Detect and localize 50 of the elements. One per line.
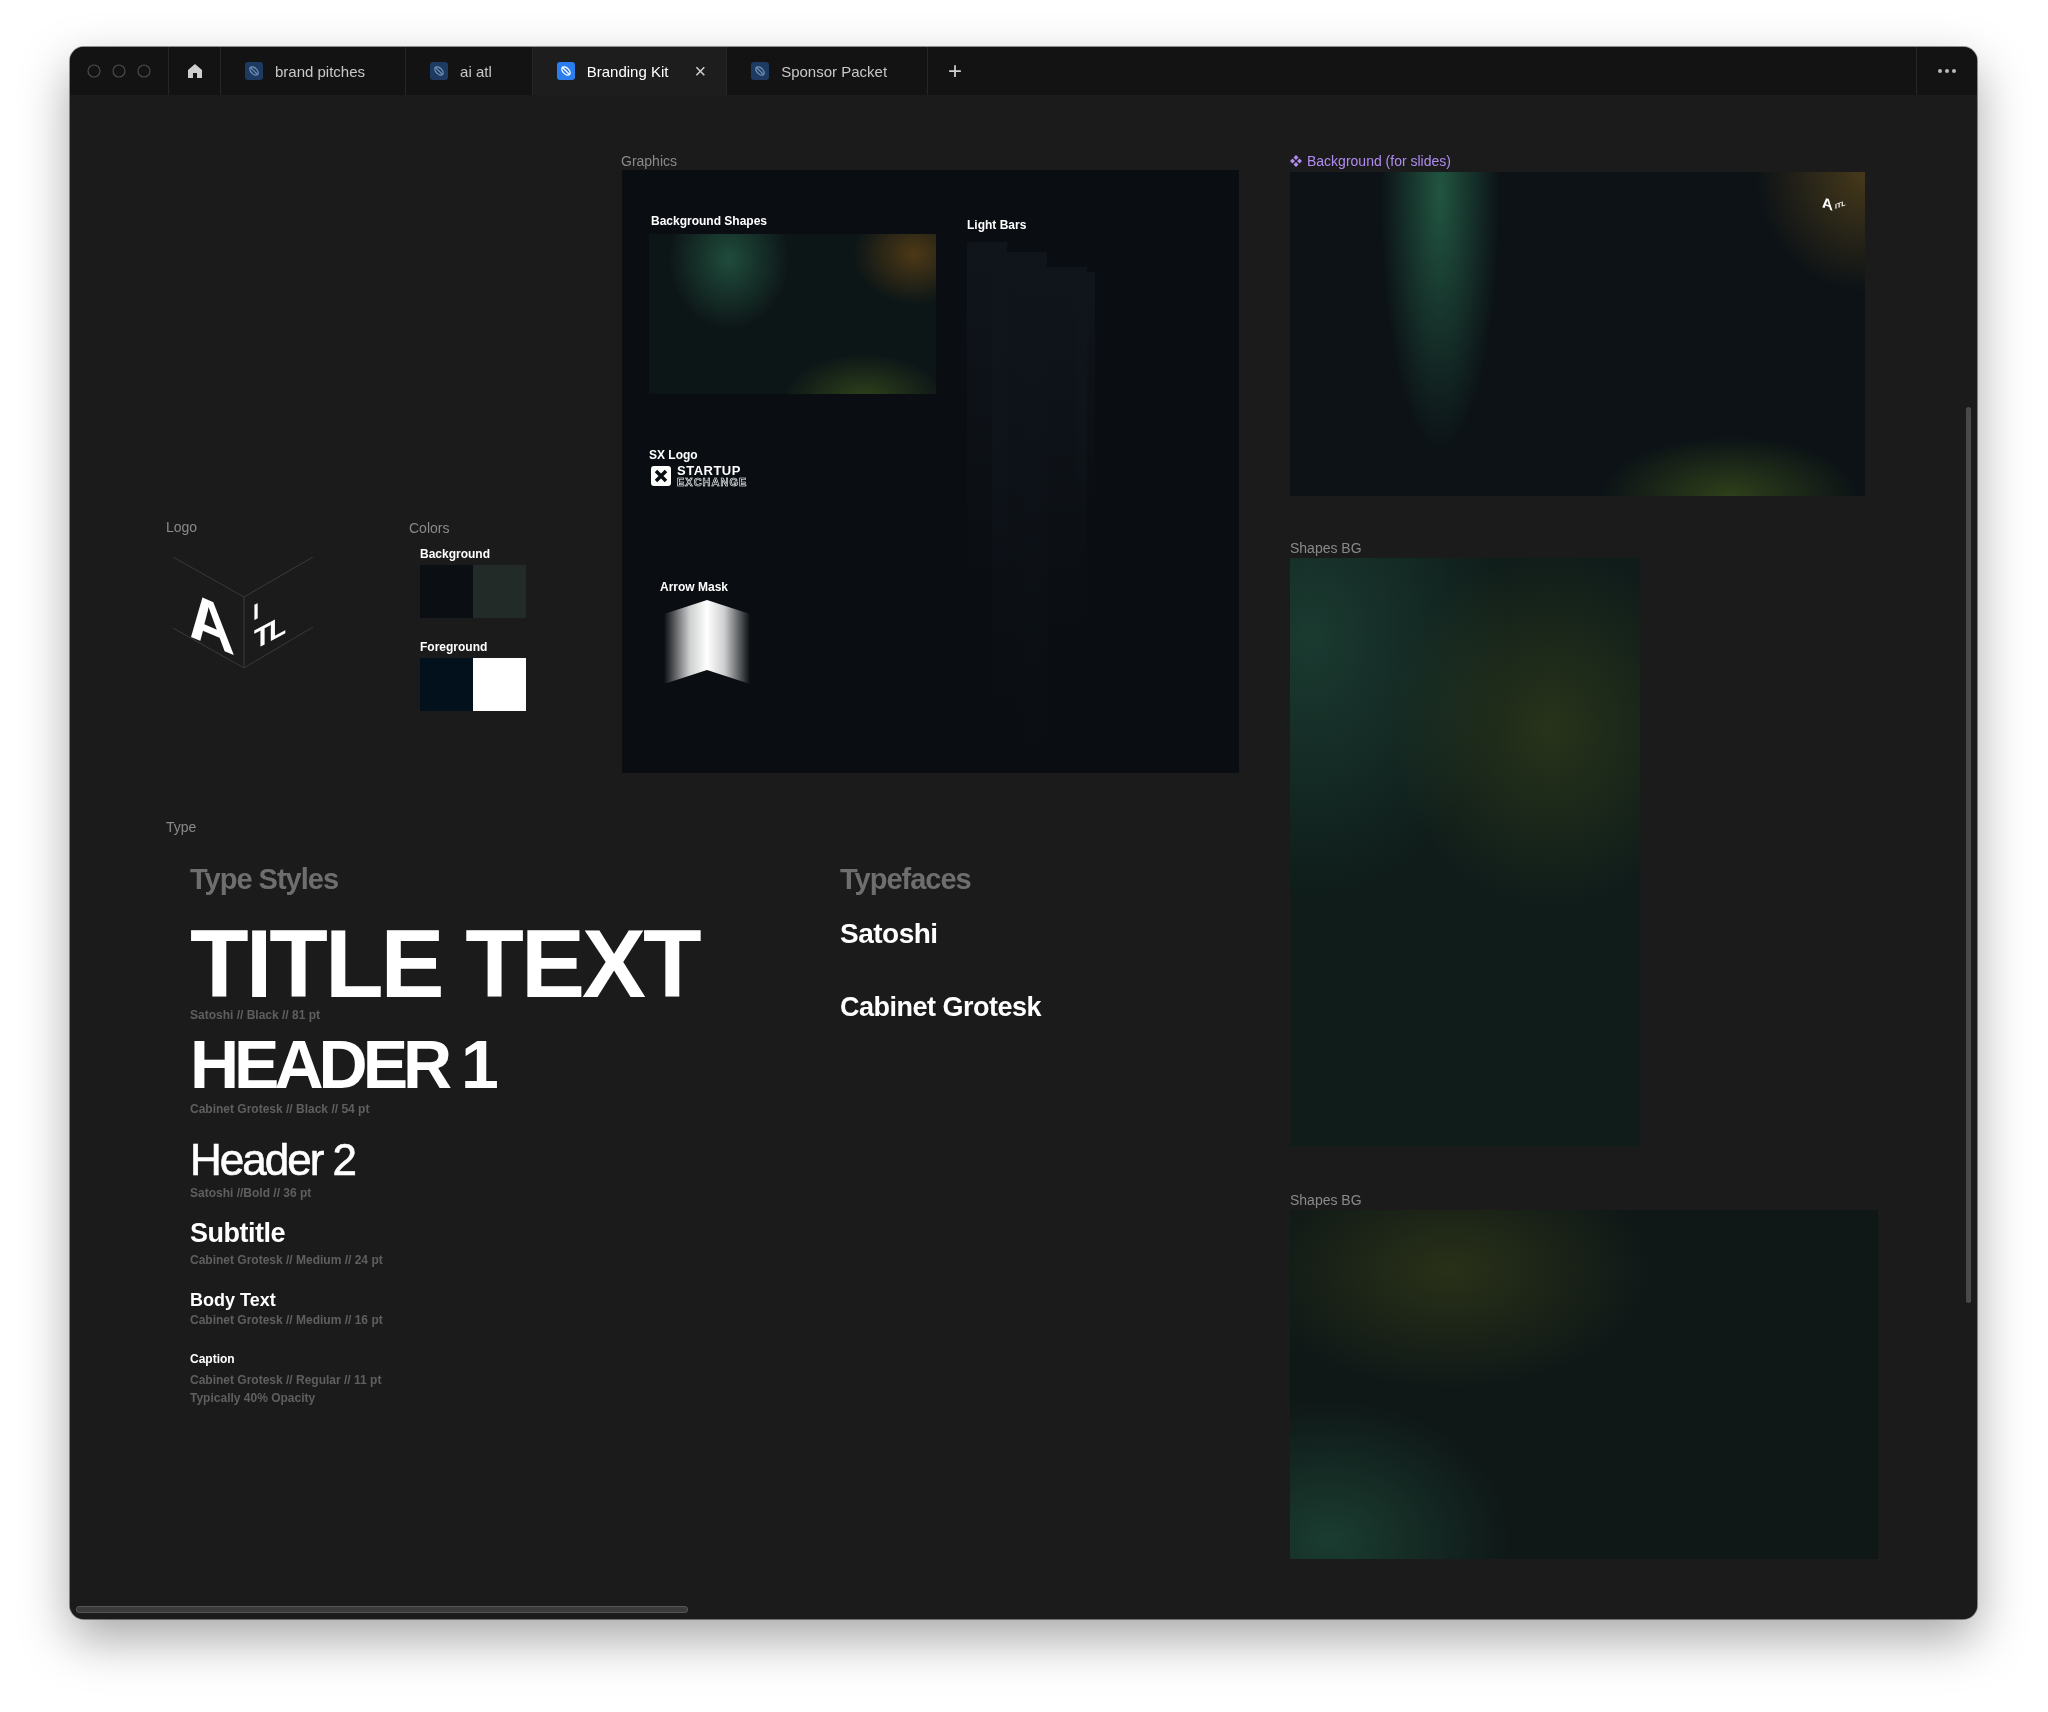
- component-icon: [1290, 155, 1302, 167]
- frame-label[interactable]: Shapes BG: [1290, 1192, 1362, 1208]
- vertical-scrollbar[interactable]: [1966, 407, 1971, 1303]
- more-icon[interactable]: [1937, 68, 1957, 74]
- tab-label: brand pitches: [275, 62, 366, 80]
- typeface-name: Cabinet Grotesk: [840, 992, 1042, 1023]
- graphic-title: Arrow Mask: [660, 580, 729, 594]
- frame-label[interactable]: Graphics: [621, 153, 678, 169]
- home-icon[interactable]: [185, 62, 204, 80]
- wordmark-logo: STARTUP EXCHANGE: [650, 464, 748, 488]
- type-sample: Subtitle: [190, 1220, 286, 1247]
- color-group-title: Background: [420, 547, 491, 561]
- file-icon: [751, 62, 770, 80]
- section-heading: Type Styles: [190, 863, 340, 896]
- type-spec: Cabinet Grotesk // Medium // 24 pt: [190, 1252, 384, 1269]
- graphic-title: SX Logo: [649, 448, 698, 462]
- file-icon: [430, 62, 449, 80]
- section-heading: Typefaces: [840, 863, 972, 896]
- window-control-icon[interactable]: [87, 64, 101, 78]
- window-control-icon[interactable]: [112, 64, 126, 78]
- file-icon: [245, 62, 263, 80]
- type-spec: Cabinet Grotesk // Black // 54 pt: [190, 1101, 371, 1118]
- close-tab-button[interactable]: ×: [692, 61, 709, 81]
- file-icon: [556, 62, 575, 80]
- type-spec: Typically 40% Opacity: [190, 1390, 317, 1407]
- graphic-title: Light Bars: [967, 218, 1027, 232]
- color-group-title: Foreground: [420, 640, 489, 654]
- frame-label[interactable]: Shapes BG: [1290, 540, 1362, 556]
- type-spec: Satoshi //Bold // 36 pt: [190, 1185, 313, 1202]
- type-spec: Cabinet Grotesk // Regular // 11 pt: [190, 1372, 383, 1389]
- horizontal-scrollbar[interactable]: [76, 1606, 688, 1613]
- graphic-title: Background Shapes: [651, 214, 768, 228]
- frame-label[interactable]: Background (for slides): [1290, 153, 1451, 169]
- new-tab-button[interactable]: +: [928, 47, 983, 95]
- typeface-name: Satoshi: [840, 918, 939, 950]
- frame-label[interactable]: Logo: [166, 519, 198, 535]
- type-spec: Satoshi // Black // 81 pt: [190, 1007, 322, 1024]
- frame-label[interactable]: Colors: [409, 520, 450, 536]
- type-sample: Caption: [190, 1353, 236, 1365]
- type-spec: Cabinet Grotesk // Medium // 16 pt: [190, 1312, 384, 1329]
- tab-label: Sponsor Packet: [781, 62, 888, 80]
- type-sample: Body Text: [190, 1291, 277, 1309]
- tab-label: Branding Kit: [586, 62, 669, 80]
- type-sample: Header 2: [190, 1138, 356, 1182]
- window-control-icon[interactable]: [137, 64, 151, 78]
- type-sample: HEADER 1: [190, 1030, 496, 1098]
- file-tab[interactable]: Branding Kit ×: [532, 47, 728, 95]
- frame-label[interactable]: Type: [166, 819, 197, 835]
- logo: A I TL: [173, 557, 313, 669]
- tab-label: ai atl: [460, 62, 492, 80]
